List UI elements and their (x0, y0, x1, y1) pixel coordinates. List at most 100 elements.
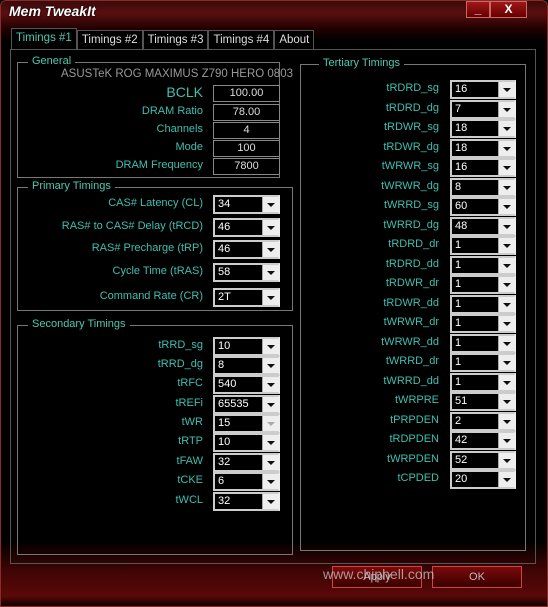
chevron-down-icon[interactable] (498, 160, 514, 175)
select-value: 540 (218, 378, 237, 390)
close-button[interactable]: X (490, 1, 527, 18)
timing-select[interactable]: 1 (450, 294, 516, 314)
timing-select[interactable]: 32 (213, 453, 280, 472)
chevron-down-icon[interactable] (262, 397, 278, 412)
timing-select[interactable]: 32 (213, 492, 280, 511)
chevron-down-icon[interactable] (498, 374, 514, 390)
chevron-down-icon[interactable] (498, 121, 514, 136)
timing-select[interactable]: 10 (213, 433, 280, 452)
timing-select[interactable]: 6 (213, 472, 280, 491)
chevron-down-icon[interactable] (498, 199, 514, 214)
timing-select[interactable]: 7 (450, 99, 516, 119)
timing-select[interactable]: 20 (450, 470, 516, 489)
tab-timings-3[interactable]: Timings #3 (142, 30, 209, 49)
timing-select[interactable]: 10 (213, 337, 280, 356)
timing-select[interactable]: 48 (450, 216, 516, 236)
timing-select[interactable]: 1 (450, 333, 516, 353)
select-value: 2T (218, 291, 231, 303)
timing-label: tREFi (175, 397, 204, 409)
chevron-down-icon[interactable] (262, 494, 278, 509)
timing-select[interactable]: 2T (213, 288, 280, 307)
timing-select[interactable]: 16 (450, 158, 516, 177)
chevron-down-icon[interactable] (498, 316, 514, 331)
timing-label: tPRPDEN (390, 413, 439, 426)
chevron-down-icon[interactable] (262, 290, 278, 305)
timing-select[interactable]: 1 (450, 372, 516, 392)
tab-timings-4[interactable]: Timings #4 (208, 30, 275, 49)
tab-about[interactable]: About (274, 30, 315, 49)
select-value: 20 (455, 473, 468, 485)
chevron-down-icon[interactable] (498, 179, 514, 195)
chevron-down-icon[interactable] (498, 296, 514, 312)
timing-select[interactable]: 1 (450, 255, 516, 275)
chevron-down-icon[interactable] (498, 433, 514, 448)
chevron-down-icon[interactable] (262, 265, 278, 280)
timing-select[interactable]: 42 (450, 431, 516, 450)
timing-select[interactable]: 8 (450, 177, 516, 197)
ok-button[interactable]: OK (432, 566, 522, 588)
timing-select[interactable]: 58 (213, 263, 280, 282)
chevron-down-icon[interactable] (498, 277, 514, 292)
timing-label: tWRWR_dd (381, 335, 439, 348)
select-value: 1 (455, 356, 462, 368)
select-value: 1 (455, 317, 462, 329)
select-value: 1 (455, 297, 462, 310)
chevron-down-icon[interactable] (262, 435, 278, 450)
chevron-down-icon[interactable] (498, 394, 514, 409)
chevron-down-icon[interactable] (262, 358, 278, 373)
timing-select[interactable]: 65535 (213, 395, 280, 414)
timing-select[interactable]: 1 (450, 353, 516, 372)
select-value: 6 (218, 475, 225, 487)
timing-label: RAS# Precharge (tRP) (91, 242, 203, 254)
chevron-down-icon[interactable] (498, 472, 514, 487)
chevron-down-icon[interactable] (498, 452, 514, 468)
timing-select[interactable]: 18 (450, 119, 516, 138)
select-value: 1 (455, 239, 462, 251)
chevron-down-icon[interactable] (498, 101, 514, 117)
chevron-down-icon[interactable] (498, 355, 514, 370)
timing-label: tWRPDEN (387, 452, 439, 465)
timing-select[interactable]: 51 (450, 392, 516, 411)
field-value: 100 (213, 140, 280, 157)
chevron-down-icon[interactable] (498, 218, 514, 234)
select-value: 10 (218, 436, 231, 448)
timing-select[interactable]: 8 (213, 356, 280, 375)
app-window: Mem TweakIt _ X Timings #1 Timings #2 Ti… (0, 0, 548, 607)
timing-select[interactable]: 16 (450, 80, 516, 99)
select-value: 15 (218, 417, 231, 429)
chevron-down-icon[interactable] (262, 242, 278, 257)
chevron-down-icon[interactable] (262, 339, 278, 354)
field-value: 100.00 (213, 85, 280, 102)
chevron-down-icon[interactable] (262, 455, 278, 470)
minimize-button[interactable]: _ (466, 1, 490, 18)
timing-select[interactable]: 1 (450, 314, 516, 333)
tab-timings-1[interactable]: Timings #1 (11, 28, 77, 49)
chevron-down-icon[interactable] (498, 82, 514, 97)
timing-select[interactable]: 46 (213, 240, 280, 259)
select-value: 8 (218, 359, 225, 371)
tab-timings-2[interactable]: Timings #2 (76, 30, 143, 49)
timing-label: tWRRD_dr (385, 355, 439, 367)
chevron-down-icon[interactable] (498, 257, 514, 273)
select-value: 58 (218, 266, 231, 278)
timing-select[interactable]: 60 (450, 197, 516, 216)
chevron-down-icon[interactable] (262, 197, 278, 212)
chevron-down-icon[interactable] (262, 474, 278, 489)
chevron-down-icon[interactable] (498, 238, 514, 253)
chevron-down-icon[interactable] (498, 335, 514, 351)
timing-select[interactable]: 1 (450, 275, 516, 294)
timing-select[interactable]: 540 (213, 375, 280, 394)
timing-select[interactable]: 2 (450, 411, 516, 431)
chevron-down-icon[interactable] (262, 220, 278, 235)
select-value: 42 (455, 434, 468, 446)
timing-select[interactable]: 46 (213, 218, 280, 237)
timing-label: tRRD_sg (158, 339, 203, 351)
timing-select[interactable]: 18 (450, 138, 516, 158)
chevron-down-icon[interactable] (498, 140, 514, 156)
timing-select[interactable]: 1 (450, 236, 516, 255)
timing-label: tRDWR_dr (385, 277, 439, 289)
timing-select[interactable]: 52 (450, 450, 516, 470)
chevron-down-icon[interactable] (262, 377, 278, 392)
chevron-down-icon[interactable] (498, 413, 514, 429)
timing-select[interactable]: 34 (213, 195, 280, 214)
